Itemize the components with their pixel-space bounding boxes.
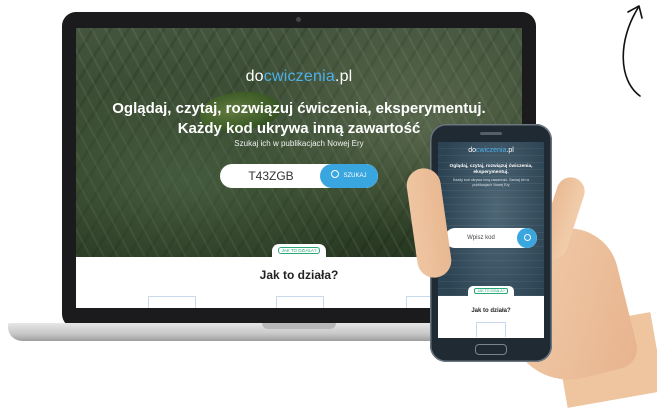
phone-hero-subtext: Każdy kod ukrywa inną zawartość. Szukaj … [452,178,530,187]
phone-how-it-works-heading: Jak to działa? [471,308,511,314]
book-illustration [148,296,196,308]
code-input[interactable]: T43ZGB [220,164,322,188]
phone-search-button[interactable] [517,228,537,248]
site-logo[interactable]: docwiczenia.pl [76,68,522,86]
phone-screen: docwiczenia.pl Oglądaj, czytaj, rozwiązu… [438,142,544,338]
phone-site-logo[interactable]: docwiczenia.pl [438,147,544,154]
laptop-notch [262,323,336,329]
phone-home-button[interactable] [475,344,507,355]
how-it-works-tab[interactable]: JAK TO DZIAŁA? [272,244,326,258]
arrow-icon [622,5,643,97]
code-search-bar: T43ZGB SZUKAJ [220,164,378,188]
search-icon [331,170,340,179]
search-button[interactable]: SZUKAJ [320,164,378,188]
book-illustration [276,296,324,308]
phone-code-search-bar: Wpisz kod [445,228,537,248]
laptop-camera [296,17,301,22]
phone-code-input[interactable]: Wpisz kod [445,228,517,248]
book-illustration [476,322,506,337]
search-icon [524,234,531,241]
phone-speaker [480,132,502,135]
phone-hero-headline: Oglądaj, czytaj, rozwiązuj ćwiczenia, ek… [449,164,533,175]
hero-headline: Oglądaj, czytaj, rozwiązuj ćwiczenia, ek… [112,100,486,117]
